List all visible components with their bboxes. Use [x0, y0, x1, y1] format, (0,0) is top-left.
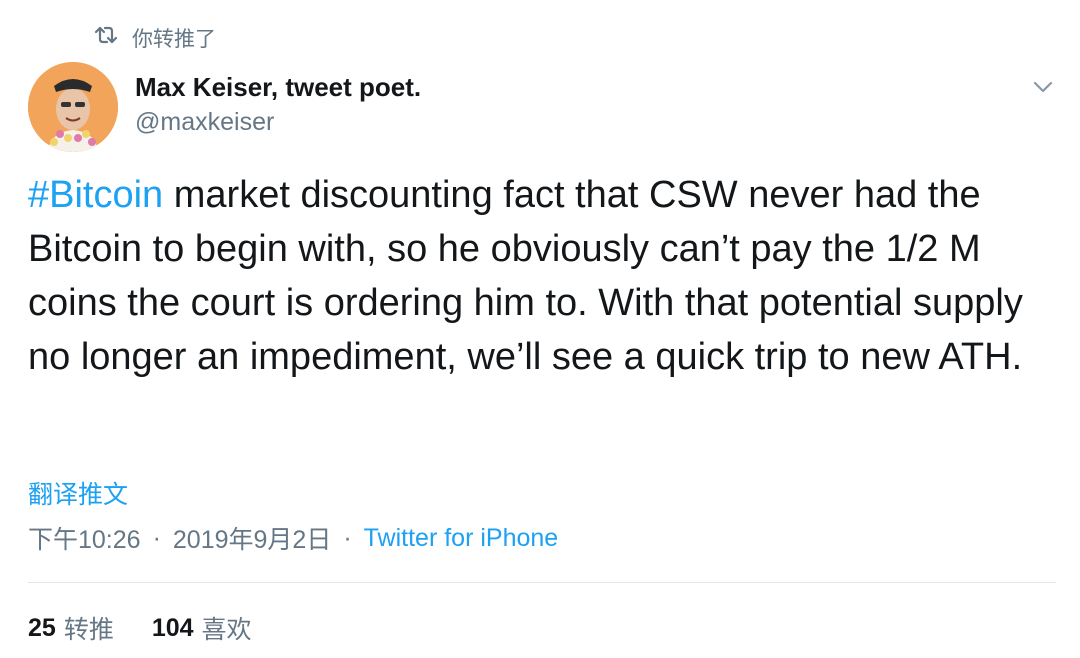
hashtag-link[interactable]: #Bitcoin: [28, 174, 163, 216]
retweet-context: 你转推了: [92, 22, 216, 54]
meta-separator: ·: [343, 523, 352, 552]
retweet-count: 25: [28, 613, 56, 642]
meta-separator: ·: [152, 523, 161, 552]
author-name[interactable]: Max Keiser, tweet poet.: [135, 72, 421, 103]
tweet-text: #Bitcoin market discounting fact that CS…: [28, 168, 1058, 384]
retweet-context-label: 你转推了: [132, 28, 216, 51]
tweet-date[interactable]: 2019年9月2日: [173, 520, 331, 556]
tweet-source-link[interactable]: Twitter for iPhone: [364, 524, 559, 553]
divider: [28, 582, 1056, 583]
tweet-time[interactable]: 下午10:26: [28, 520, 141, 556]
author-handle[interactable]: @maxkeiser: [135, 108, 274, 137]
tweet-body: market discounting fact that CSW never h…: [28, 174, 1023, 378]
avatar[interactable]: [28, 62, 118, 152]
tweet-stats: 25 转推 104 喜欢: [28, 610, 252, 646]
chevron-down-icon[interactable]: [1030, 76, 1056, 98]
retweets-stat[interactable]: 25 转推: [28, 610, 114, 646]
like-count: 104: [151, 613, 194, 642]
retweet-icon: [92, 23, 120, 53]
translate-tweet-link[interactable]: 翻译推文: [28, 475, 128, 511]
like-label: 喜欢: [201, 616, 252, 644]
tweet-metadata: 下午10:26 · 2019年9月2日 · Twitter for iPhone: [28, 520, 558, 556]
likes-stat[interactable]: 104 喜欢: [152, 610, 252, 646]
retweet-label: 转推: [63, 616, 114, 644]
